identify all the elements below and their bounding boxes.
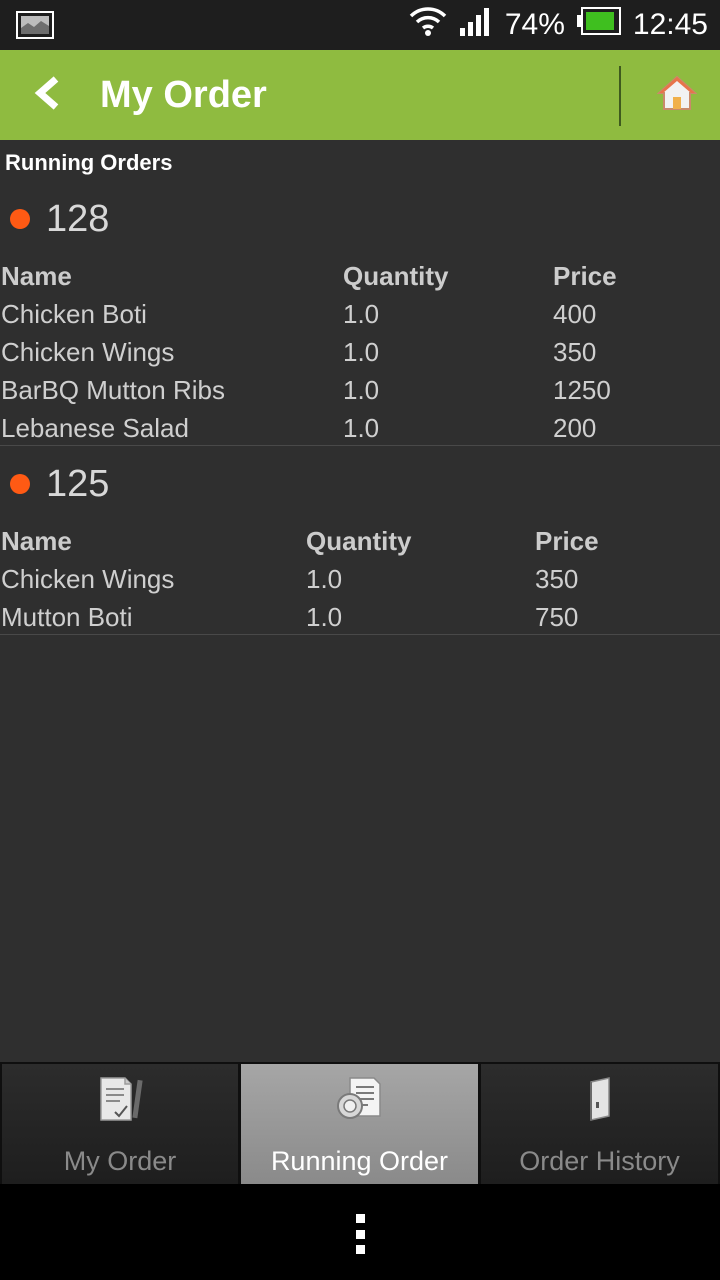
order-history-icon	[574, 1074, 626, 1124]
battery-icon	[576, 7, 621, 43]
order-header: 128	[10, 194, 109, 244]
table-header-row: Name Quantity Price	[0, 257, 720, 295]
item-name: Chicken Wings	[1, 564, 175, 594]
tab-running-order[interactable]: Running Order	[241, 1064, 478, 1184]
item-quantity: 1.0	[343, 299, 380, 329]
column-header-quantity: Quantity	[343, 261, 449, 291]
tab-label: Running Order	[270, 1146, 449, 1176]
item-price: 200	[553, 413, 597, 443]
column-header-name: Name	[1, 526, 72, 556]
order-status-dot	[10, 474, 30, 494]
item-name: Chicken Wings	[1, 337, 175, 367]
table-row: Chicken Boti 1.0 400	[0, 295, 720, 333]
item-quantity: 1.0	[343, 337, 380, 367]
status-bar: 74% 12:45	[0, 0, 720, 50]
table-row: Chicken Wings 1.0 350	[0, 560, 720, 598]
system-nav-bar	[0, 1184, 720, 1280]
home-icon	[656, 74, 698, 117]
item-price: 400	[553, 299, 597, 329]
column-header-quantity: Quantity	[306, 526, 412, 556]
back-button[interactable]	[22, 68, 72, 122]
clock: 12:45	[632, 8, 708, 41]
item-price: 350	[553, 337, 597, 367]
item-price: 750	[535, 602, 579, 632]
order-number: 128	[46, 197, 110, 240]
item-quantity: 1.0	[306, 564, 343, 594]
table-row: Chicken Wings 1.0 350	[0, 333, 720, 371]
item-price: 350	[535, 564, 579, 594]
tab-label: My Order	[63, 1146, 177, 1176]
table-header-row: Name Quantity Price	[0, 522, 720, 560]
column-header-price: Price	[553, 261, 617, 291]
order-header: 125	[10, 459, 109, 509]
order-document-icon	[94, 1074, 146, 1124]
item-name: Mutton Boti	[1, 602, 133, 632]
tab-order-history[interactable]: Order History	[481, 1064, 718, 1184]
gallery-notification-icon	[16, 11, 54, 44]
bottom-tab-bar: My Order Running Order Order History	[0, 1062, 720, 1184]
tab-label: Order History	[519, 1146, 680, 1176]
chevron-left-icon	[32, 75, 62, 115]
item-quantity: 1.0	[343, 413, 380, 443]
signal-icon	[459, 6, 491, 44]
item-name: BarBQ Mutton Ribs	[1, 375, 225, 405]
table-row: BarBQ Mutton Ribs 1.0 1250	[0, 371, 720, 409]
action-bar: My Order	[0, 50, 720, 140]
app-screen: 74% 12:45 My Order Running Orders 128 Na…	[0, 0, 720, 1280]
wifi-icon	[409, 6, 447, 44]
item-quantity: 1.0	[343, 375, 380, 405]
running-order-icon	[334, 1074, 386, 1124]
order-divider	[0, 445, 720, 446]
table-row: Lebanese Salad 1.0 200	[0, 409, 720, 447]
table-row: Mutton Boti 1.0 750	[0, 598, 720, 636]
order-status-dot	[10, 209, 30, 229]
page-title: My Order	[100, 73, 267, 116]
section-title: Running Orders	[5, 150, 173, 175]
order-divider	[0, 634, 720, 635]
order-number: 125	[46, 462, 110, 505]
battery-percent: 74%	[504, 8, 565, 41]
tab-my-order[interactable]: My Order	[2, 1064, 238, 1184]
item-quantity: 1.0	[306, 602, 343, 632]
item-name: Chicken Boti	[1, 299, 147, 329]
column-header-name: Name	[1, 261, 72, 291]
action-bar-divider	[619, 66, 621, 126]
column-header-price: Price	[535, 526, 599, 556]
item-name: Lebanese Salad	[1, 413, 189, 443]
home-button[interactable]	[640, 64, 714, 126]
item-price: 1250	[553, 375, 611, 405]
overflow-menu-icon[interactable]	[354, 1214, 366, 1254]
